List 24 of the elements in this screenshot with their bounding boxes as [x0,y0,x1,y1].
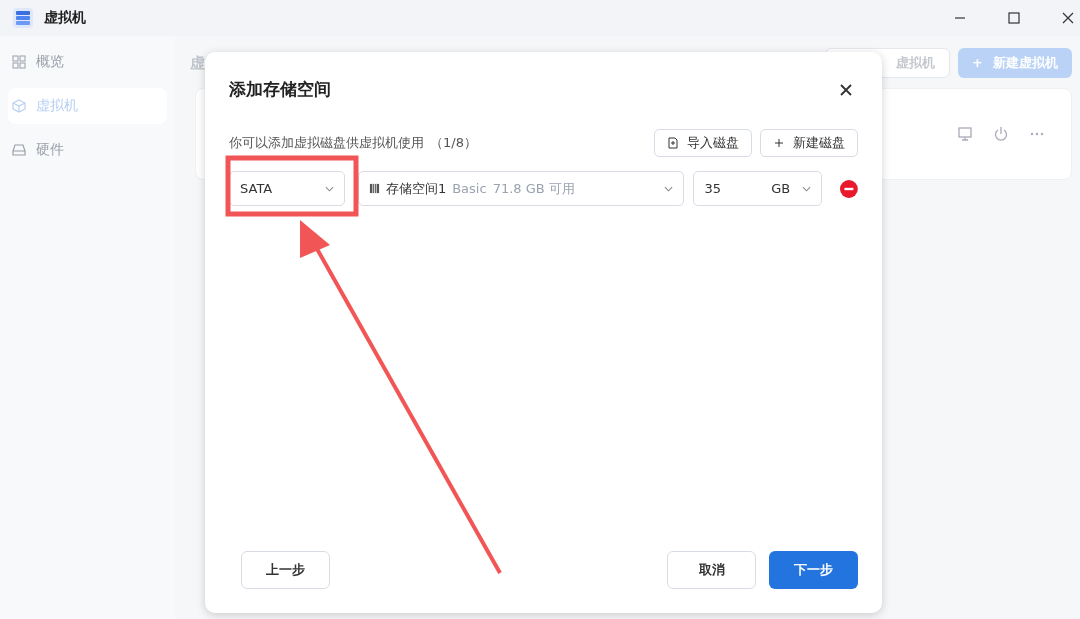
footer-button[interactable]: 上一步 [241,551,330,589]
close-icon[interactable] [840,83,852,96]
chevron-down-icon [802,185,812,192]
disk-action-button[interactable]: 新建磁盘 [760,129,858,157]
chevron-down-icon [324,185,334,192]
app-logo-icon [12,7,34,29]
drive-icon [12,143,26,157]
remove-icon[interactable] [840,179,858,198]
disk-size-field[interactable]: 35 GB [693,171,823,206]
close-icon[interactable] [1062,12,1074,24]
footer-button[interactable]: 下一步 [769,551,858,589]
disk-count: （1/8） [430,134,477,152]
storage-icon [368,183,380,194]
disk-action-button[interactable]: 导入磁盘 [654,129,752,157]
maximize-icon[interactable] [1008,12,1020,24]
dialog-title: 添加存储空间 [229,78,331,101]
plus-icon [773,137,785,149]
footer-button[interactable]: 取消 [667,551,756,589]
window-title: 虚拟机 [44,9,86,27]
chevron-down-icon [664,185,674,192]
cube-icon [12,99,26,113]
description-text: 你可以添加虚拟磁盘供虚拟机使用 [229,134,424,152]
file-icon [667,137,679,149]
grid-icon [12,55,26,69]
